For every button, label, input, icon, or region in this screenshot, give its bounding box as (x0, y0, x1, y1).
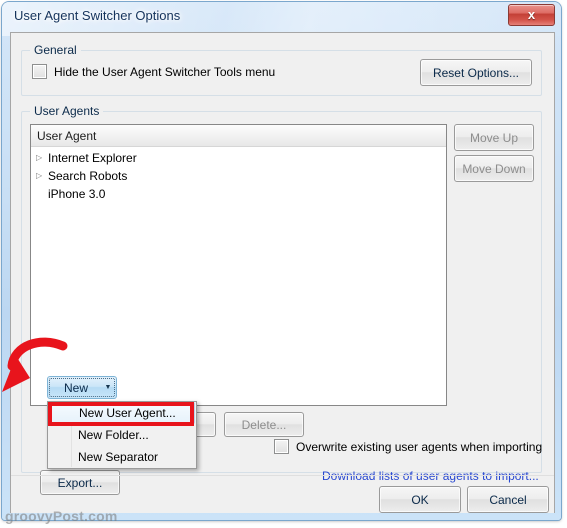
footer-divider (11, 475, 554, 476)
move-up-button[interactable]: Move Up (454, 124, 534, 151)
menu-item-new-user-agent[interactable]: New User Agent... (49, 402, 195, 424)
expander-triangle-icon[interactable]: ▷ (36, 149, 48, 167)
ok-button[interactable]: OK (379, 486, 461, 513)
menu-item-new-folder[interactable]: New Folder... (48, 424, 196, 446)
close-button[interactable]: x (508, 4, 555, 26)
listview-body: ▷ Internet Explorer ▷ Search Robots ▷ iP… (31, 147, 446, 203)
user-agents-group-title: User Agents (30, 104, 104, 118)
list-item[interactable]: ▷ Internet Explorer (31, 149, 446, 167)
overwrite-checkbox-row[interactable]: Overwrite existing user agents when impo… (274, 439, 542, 454)
window-title: User Agent Switcher Options (14, 8, 181, 23)
reset-options-button[interactable]: Reset Options... (420, 59, 532, 86)
general-group-title: General (30, 43, 81, 57)
dialog-client-area: General Hide the User Agent Switcher Too… (10, 32, 555, 513)
title-bar[interactable]: User Agent Switcher Options x (2, 2, 561, 32)
list-item-label: Internet Explorer (48, 151, 137, 165)
delete-button[interactable]: Delete... (224, 412, 304, 437)
user-agent-listview[interactable]: User Agent ▷ Internet Explorer ▷ Search … (30, 124, 447, 406)
dialog-window: User Agent Switcher Options x General Hi… (2, 2, 561, 520)
export-button[interactable]: Export... (40, 470, 120, 495)
list-item-label: iPhone 3.0 (48, 187, 106, 201)
hide-tools-menu-checkbox[interactable] (32, 64, 47, 79)
general-groupbox: General Hide the User Agent Switcher Too… (21, 43, 542, 96)
listview-column-header[interactable]: User Agent (31, 125, 446, 147)
close-icon: x (527, 7, 536, 22)
overwrite-checkbox[interactable] (274, 439, 289, 454)
list-item-label: Search Robots (48, 169, 128, 183)
menu-item-new-separator[interactable]: New Separator (48, 446, 196, 468)
new-dropdown-menu[interactable]: New User Agent... New Folder... New Sepa… (47, 401, 197, 469)
download-lists-link[interactable]: Download lists of user agents to import.… (322, 469, 539, 483)
expander-triangle-icon[interactable]: ▷ (36, 167, 48, 185)
list-item[interactable]: ▷ Search Robots (31, 167, 446, 185)
overwrite-checkbox-label: Overwrite existing user agents when impo… (296, 439, 543, 454)
list-item[interactable]: ▷ iPhone 3.0 (31, 185, 446, 203)
watermark: groovyPost.com (5, 508, 118, 524)
new-button-label: New (63, 380, 88, 395)
hide-tools-menu-checkbox-row[interactable]: Hide the User Agent Switcher Tools menu (32, 64, 275, 79)
chevron-down-icon[interactable]: ▼ (100, 377, 116, 398)
move-down-button[interactable]: Move Down (454, 155, 534, 182)
hide-tools-menu-label: Hide the User Agent Switcher Tools menu (54, 64, 276, 79)
new-split-button[interactable]: New ▼ (47, 376, 117, 399)
expander-spacer-icon: ▷ (36, 185, 48, 203)
cancel-button[interactable]: Cancel (467, 486, 549, 513)
